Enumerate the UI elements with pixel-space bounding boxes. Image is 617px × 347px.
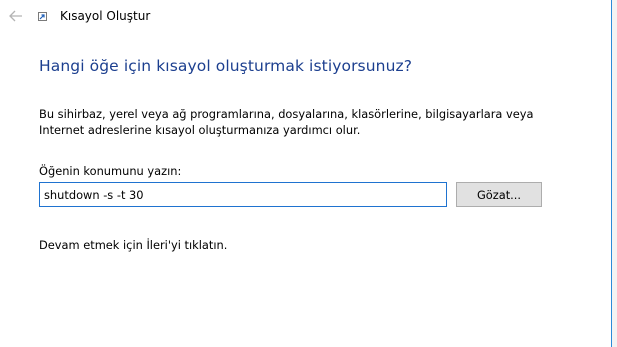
location-input[interactable]	[39, 182, 447, 207]
continue-hint: Devam etmek için İleri'yi tıklatın.	[39, 238, 228, 252]
title-bar: Kısayol Oluştur	[0, 0, 612, 34]
shortcut-icon	[38, 12, 47, 21]
browse-button[interactable]: Gözat...	[456, 182, 542, 207]
page-heading: Hangi öğe için kısayol oluşturmak istiyo…	[39, 57, 413, 75]
location-label: Öğenin konumunu yazın:	[39, 164, 182, 178]
back-button[interactable]	[6, 6, 26, 26]
window-title: Kısayol Oluştur	[60, 9, 151, 23]
wizard-description: Bu sihirbaz, yerel veya ağ programlarına…	[39, 107, 534, 137]
back-arrow-icon	[9, 10, 22, 22]
window-shadow	[612, 0, 617, 347]
